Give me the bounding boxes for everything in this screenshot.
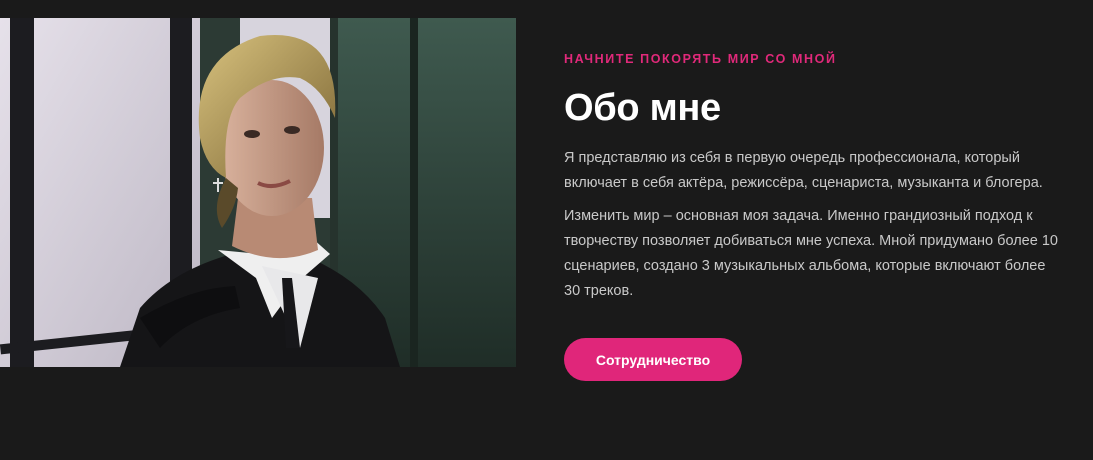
section-eyebrow: НАЧНИТЕ ПОКОРЯТЬ МИР СО МНОЙ (564, 52, 837, 66)
about-paragraph-2: Изменить мир – основная моя задача. Имен… (564, 208, 1058, 299)
about-section: НАЧНИТЕ ПОКОРЯТЬ МИР СО МНОЙ Обо мне Я п… (0, 0, 1093, 460)
collaboration-button[interactable]: Сотрудничество (564, 338, 742, 381)
section-title: Обо мне (564, 87, 721, 129)
about-paragraph-1: Я представляю из себя в первую очередь п… (564, 150, 1043, 191)
about-content: НАЧНИТЕ ПОКОРЯТЬ МИР СО МНОЙ Обо мне Я п… (564, 52, 1064, 304)
portrait-photo (0, 18, 516, 367)
